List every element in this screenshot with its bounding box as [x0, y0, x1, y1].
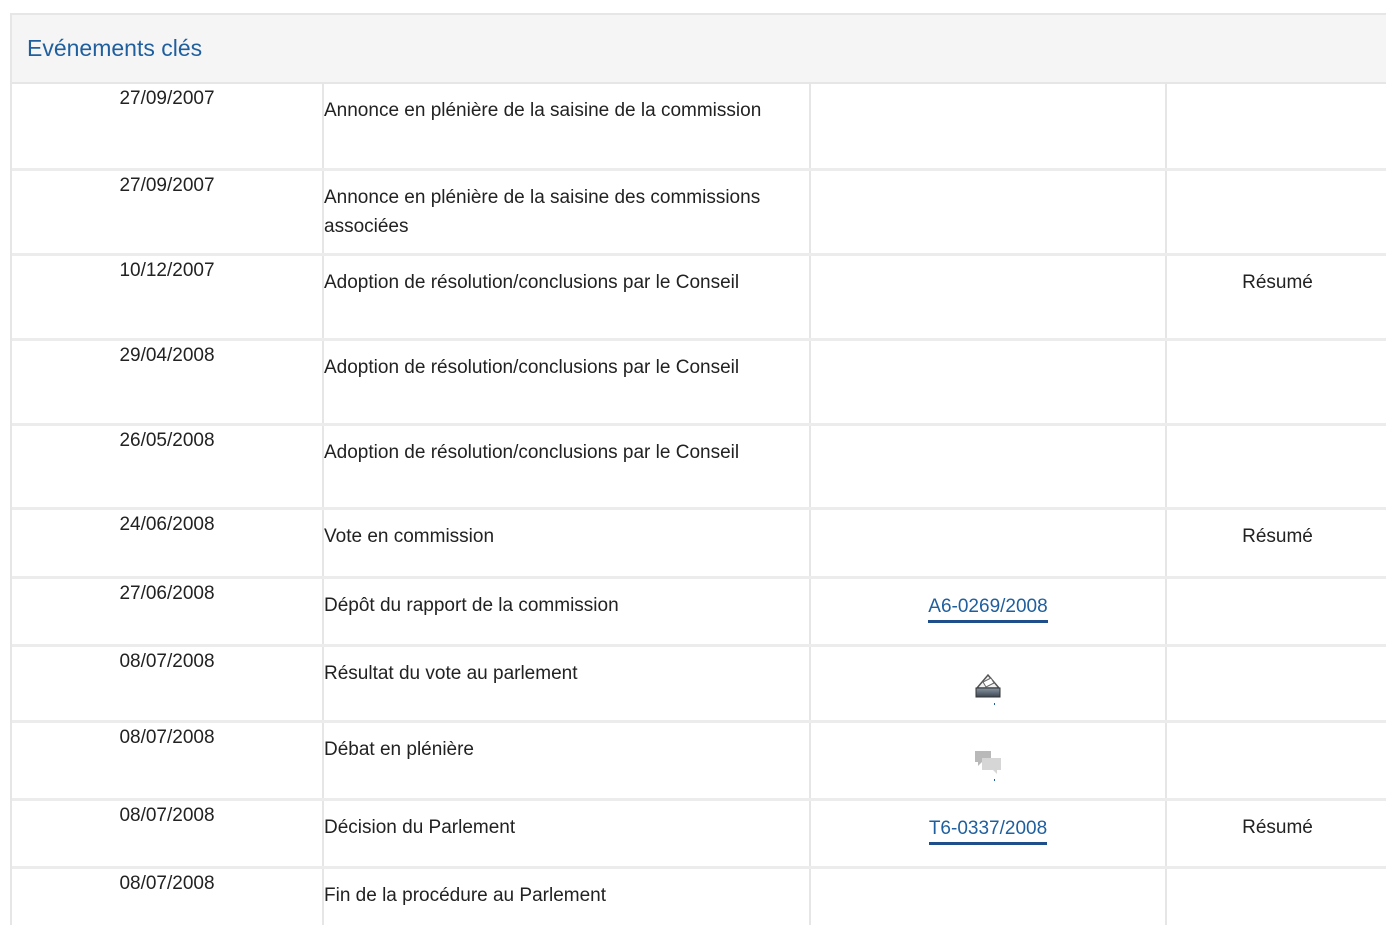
report-reference-link[interactable]: A6-0269/2008 — [928, 595, 1048, 623]
event-description: Débat en plénière — [323, 721, 811, 801]
debate-speech-bubbles-icon[interactable] — [970, 745, 1006, 781]
table-row: 29/04/2008 Adoption de résolution/conclu… — [12, 339, 1386, 426]
event-description: Adoption de résolution/conclusions par l… — [323, 254, 811, 341]
table-row: 08/07/2008 Décision du Parlement T6-0337… — [12, 799, 1386, 869]
table-row: 27/09/2007 Annonce en plénière de la sai… — [12, 169, 1386, 256]
event-date: 08/07/2008 — [12, 721, 324, 801]
key-events-panel: Evénements clés 27/09/2007 Annonce en pl… — [10, 13, 1386, 925]
event-date: 27/09/2007 — [12, 84, 324, 171]
summary-link[interactable]: Résumé — [1166, 508, 1386, 579]
key-events-table: 27/09/2007 Annonce en plénière de la sai… — [12, 84, 1386, 925]
event-reference — [810, 84, 1167, 171]
event-description: Dépôt du rapport de la commission — [323, 577, 811, 647]
event-summary — [1166, 169, 1386, 256]
event-date: 08/07/2008 — [12, 645, 324, 723]
panel-title: Evénements clés — [27, 35, 203, 61]
event-reference: A6-0269/2008 — [810, 577, 1167, 647]
event-reference: T6-0337/2008 — [810, 799, 1167, 869]
table-row: 27/06/2008 Dépôt du rapport de la commis… — [12, 577, 1386, 647]
event-summary — [1166, 645, 1386, 723]
event-summary — [1166, 424, 1386, 510]
table-row: 08/07/2008 Débat en plénière — [12, 721, 1386, 801]
table-row: 24/06/2008 Vote en commission Résumé — [12, 508, 1386, 579]
event-description: Annonce en plénière de la saisine de la … — [323, 84, 811, 171]
table-row: 27/09/2007 Annonce en plénière de la sai… — [12, 84, 1386, 171]
event-description: Annonce en plénière de la saisine des co… — [323, 169, 811, 256]
event-description: Décision du Parlement — [323, 799, 811, 869]
event-reference — [810, 645, 1167, 723]
event-description: Adoption de résolution/conclusions par l… — [323, 424, 811, 510]
event-summary — [1166, 577, 1386, 647]
event-date: 08/07/2008 — [12, 867, 324, 925]
event-reference — [810, 339, 1167, 426]
ballot-box-icon[interactable] — [970, 669, 1006, 705]
event-reference — [810, 508, 1167, 579]
summary-link[interactable]: Résumé — [1166, 254, 1386, 341]
event-date: 29/04/2008 — [12, 339, 324, 426]
event-description: Vote en commission — [323, 508, 811, 579]
event-reference — [810, 867, 1167, 925]
event-summary — [1166, 339, 1386, 426]
event-reference — [810, 721, 1167, 801]
event-description: Adoption de résolution/conclusions par l… — [323, 339, 811, 426]
event-date: 26/05/2008 — [12, 424, 324, 510]
event-description: Fin de la procédure au Parlement — [323, 867, 811, 925]
event-reference — [810, 424, 1167, 510]
table-row: 10/12/2007 Adoption de résolution/conclu… — [12, 254, 1386, 341]
event-description: Résultat du vote au parlement — [323, 645, 811, 723]
event-date: 10/12/2007 — [12, 254, 324, 341]
event-date: 08/07/2008 — [12, 799, 324, 869]
table-row: 08/07/2008 Résultat du vote au parlement — [12, 645, 1386, 723]
event-date: 27/09/2007 — [12, 169, 324, 256]
table-row: 08/07/2008 Fin de la procédure au Parlem… — [12, 867, 1386, 925]
table-row: 26/05/2008 Adoption de résolution/conclu… — [12, 424, 1386, 510]
event-date: 24/06/2008 — [12, 508, 324, 579]
event-date: 27/06/2008 — [12, 577, 324, 647]
event-summary — [1166, 867, 1386, 925]
event-summary — [1166, 84, 1386, 171]
panel-header: Evénements clés — [12, 15, 1386, 84]
event-summary — [1166, 721, 1386, 801]
summary-link[interactable]: Résumé — [1166, 799, 1386, 869]
event-reference — [810, 169, 1167, 256]
event-reference — [810, 254, 1167, 341]
adopted-text-reference-link[interactable]: T6-0337/2008 — [928, 817, 1048, 845]
